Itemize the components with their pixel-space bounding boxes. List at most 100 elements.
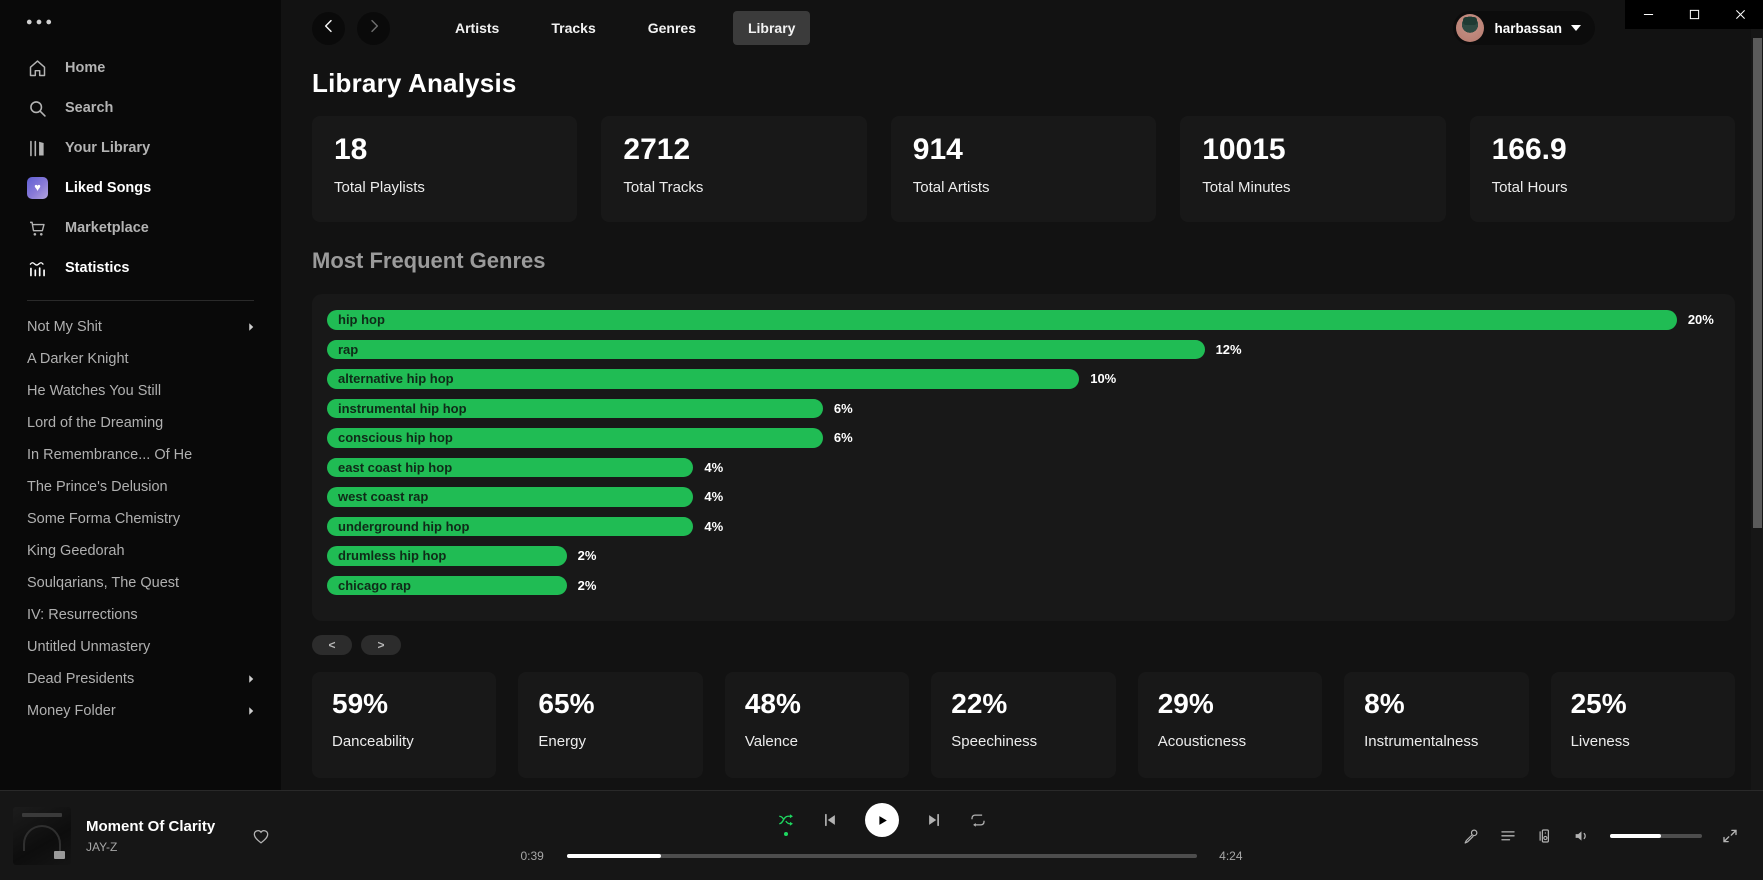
fullscreen-icon — [1721, 827, 1739, 845]
stat-value: 2712 — [623, 133, 844, 167]
chevron-right-icon — [366, 18, 382, 39]
tab[interactable]: Tracks — [536, 11, 610, 45]
stat-card: 166.9 Total Hours — [1470, 116, 1735, 222]
sidebar-nav-item[interactable]: Home — [0, 48, 281, 88]
chart-next-page-button[interactable]: > — [361, 635, 401, 655]
genre-row: underground hip hop 4% — [327, 517, 1720, 537]
sidebar-playlist-item[interactable]: In Remembrance... Of He — [0, 439, 281, 471]
sidebar-playlist-item[interactable]: A Darker Knight — [0, 343, 281, 375]
feature-value: 22% — [951, 688, 1095, 720]
feature-label: Danceability — [332, 733, 476, 750]
player-control-button[interactable] — [865, 803, 899, 837]
genre-bar[interactable]: west coast rap — [327, 487, 693, 507]
genre-bar[interactable]: instrumental hip hop — [327, 399, 823, 419]
sidebar-playlist-item[interactable]: Lord of the Dreaming — [0, 407, 281, 439]
app-menu-icon[interactable] — [26, 18, 52, 26]
album-art[interactable] — [13, 807, 71, 865]
sidebar-playlist-item[interactable]: The Prince's Delusion — [0, 471, 281, 503]
stat-card: 2712 Total Tracks — [601, 116, 866, 222]
playlist-label: King Geedorah — [27, 543, 245, 559]
sidebar-playlist-item[interactable]: King Geedorah — [0, 535, 281, 567]
main-content: Artists Tracks Genres Library harbassan … — [281, 0, 1763, 790]
stat-value: 10015 — [1202, 133, 1423, 167]
sidebar-playlist-item[interactable]: Untitled Unmastery — [0, 631, 281, 663]
playlist-label: Dead Presidents — [27, 671, 245, 687]
playlist-label: IV: Resurrections — [27, 607, 245, 623]
folder-expand-icon[interactable] — [245, 705, 257, 717]
forward-button[interactable] — [357, 12, 390, 45]
player-control-button[interactable] — [925, 811, 943, 829]
sidebar-playlist-item[interactable]: Not My Shit — [0, 311, 281, 343]
window-button[interactable] — [1671, 0, 1717, 29]
sidebar-nav-item[interactable]: Marketplace — [0, 208, 281, 248]
mic-icon — [1462, 827, 1480, 845]
elapsed-time: 0:39 — [521, 849, 555, 863]
genre-bar[interactable]: east coast hip hop — [327, 458, 693, 478]
play-icon — [873, 812, 890, 829]
feature-value: 48% — [745, 688, 889, 720]
player-option-button[interactable] — [1536, 827, 1554, 845]
sidebar-playlist-item[interactable]: IV: Resurrections — [0, 599, 281, 631]
fullscreen-button[interactable] — [1721, 827, 1739, 845]
window-button[interactable] — [1717, 0, 1763, 29]
scrollbar-track[interactable] — [1751, 29, 1763, 790]
player-option-button[interactable] — [1462, 827, 1480, 845]
sidebar-nav-item[interactable]: Your Library — [0, 128, 281, 168]
track-title[interactable]: Moment Of Clarity — [86, 818, 215, 835]
seek-bar[interactable] — [567, 854, 1197, 858]
profile-menu[interactable]: harbassan — [1453, 11, 1595, 45]
progress-row: 0:39 4:24 — [521, 849, 1243, 863]
genre-percentage: 4% — [704, 460, 723, 475]
player-option-button[interactable] — [1573, 827, 1591, 845]
player-option-button[interactable] — [1499, 827, 1517, 845]
genre-bar[interactable]: chicago rap — [327, 576, 567, 596]
back-button[interactable] — [312, 12, 345, 45]
library-stats: 18 Total Playlists 2712 Total Tracks 914… — [312, 116, 1735, 222]
folder-expand-icon[interactable] — [245, 673, 257, 685]
genre-row: hip hop 20% — [327, 310, 1720, 330]
sidebar-playlist-item[interactable]: He Watches You Still — [0, 375, 281, 407]
playlist-label: Money Folder — [27, 703, 245, 719]
genre-bar[interactable]: alternative hip hop — [327, 369, 1079, 389]
genre-percentage: 12% — [1216, 342, 1242, 357]
player-bar: Moment Of Clarity JAY-Z — [0, 790, 1763, 880]
sidebar-nav-item[interactable]: Search — [0, 88, 281, 128]
volume-slider[interactable] — [1610, 834, 1702, 838]
now-playing: Moment Of Clarity JAY-Z — [13, 791, 271, 880]
window-button[interactable] — [1625, 0, 1671, 29]
sidebar-playlist-item[interactable]: Soulqarians, The Quest — [0, 567, 281, 599]
feature-card: 65% Energy — [518, 672, 702, 778]
stat-label: Total Tracks — [623, 179, 844, 196]
playlist-label: A Darker Knight — [27, 351, 245, 367]
genre-bar[interactable]: underground hip hop — [327, 517, 693, 537]
tab[interactable]: Genres — [633, 11, 711, 45]
sidebar-playlist-item[interactable]: Money Folder — [0, 695, 281, 727]
chart-prev-page-button[interactable]: < — [312, 635, 352, 655]
player-options — [1462, 791, 1739, 880]
sidebar-nav-item[interactable]: ♥ Liked Songs — [0, 168, 281, 208]
folder-expand-icon[interactable] — [245, 321, 257, 333]
player-control-button[interactable] — [777, 811, 795, 829]
genre-label: instrumental hip hop — [338, 401, 467, 416]
playlist-label: Untitled Unmastery — [27, 639, 245, 655]
seek-bar-fill — [567, 854, 662, 858]
sidebar-nav-item[interactable]: Statistics — [0, 248, 281, 288]
player-control-button[interactable] — [821, 811, 839, 829]
genre-label: conscious hip hop — [338, 430, 453, 445]
page-title: Library Analysis — [312, 68, 1735, 99]
tab[interactable]: Library — [733, 11, 810, 45]
sidebar-playlist-item[interactable]: Some Forma Chemistry — [0, 503, 281, 535]
sidebar-playlist-item[interactable]: Dead Presidents — [0, 663, 281, 695]
device-icon — [1536, 827, 1554, 845]
player-control-button[interactable] — [969, 811, 987, 829]
genre-bar[interactable]: rap — [327, 340, 1205, 360]
stat-card: 10015 Total Minutes — [1180, 116, 1445, 222]
like-track-button[interactable] — [251, 826, 271, 846]
scrollbar-thumb[interactable] — [1753, 38, 1762, 528]
genre-bar[interactable]: hip hop — [327, 310, 1677, 330]
genre-bar[interactable]: conscious hip hop — [327, 428, 823, 448]
track-artist[interactable]: JAY-Z — [86, 840, 215, 854]
track-meta: Moment Of Clarity JAY-Z — [86, 818, 215, 854]
genre-bar[interactable]: drumless hip hop — [327, 546, 567, 566]
tab[interactable]: Artists — [440, 11, 514, 45]
